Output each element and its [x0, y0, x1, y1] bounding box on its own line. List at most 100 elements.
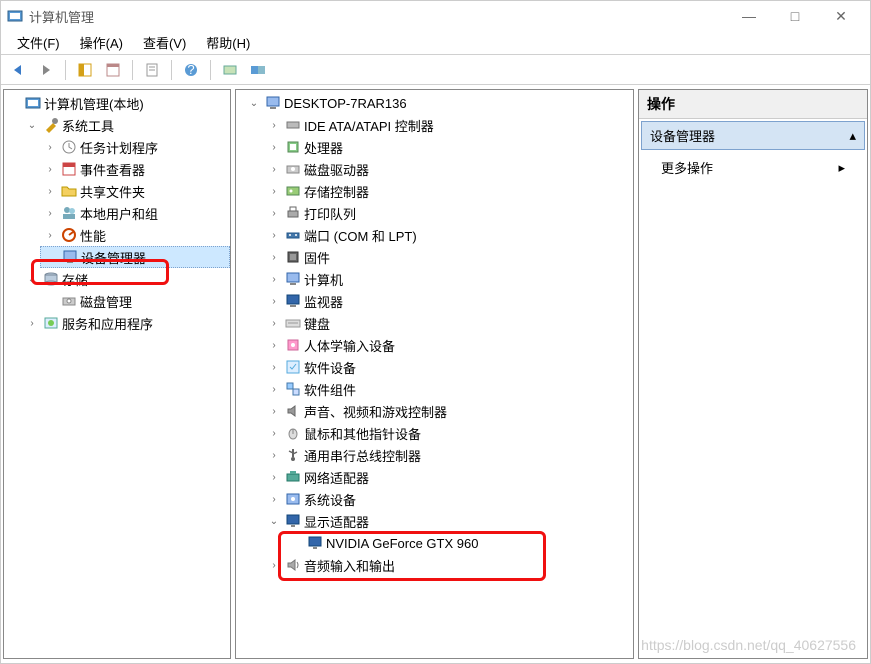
collapse-icon[interactable]: ▴: [849, 128, 856, 144]
chevron-right-icon[interactable]: ›: [266, 161, 282, 177]
chevron-right-icon[interactable]: ›: [266, 425, 282, 441]
scan-hardware-button[interactable]: [217, 58, 243, 82]
audio-io-icon: [285, 557, 301, 573]
toolbar: ?: [1, 55, 870, 85]
tree-event-viewer[interactable]: › 事件查看器: [40, 158, 230, 180]
chevron-down-icon[interactable]: ⌄: [24, 271, 40, 287]
storage-ctrl-icon: [285, 183, 301, 199]
device-node-audio-io[interactable]: ›音频输入和输出: [264, 554, 633, 576]
device-node-cpu[interactable]: ›处理器: [264, 136, 633, 158]
device-node-network[interactable]: ›网络适配器: [264, 466, 633, 488]
chevron-right-icon[interactable]: ›: [24, 315, 40, 331]
device-node-storage-ctrl[interactable]: › 存储控制器: [264, 180, 633, 202]
device-node-mouse[interactable]: ›鼠标和其他指针设备: [264, 422, 633, 444]
cpu-icon: [285, 139, 301, 155]
device-node-software-comp[interactable]: ›软件组件: [264, 378, 633, 400]
device-node-port[interactable]: ›端口 (COM 和 LPT): [264, 224, 633, 246]
tree-storage[interactable]: ⌄ 存储: [22, 268, 230, 290]
tree-label: 监视器: [304, 292, 343, 311]
tree-label: IDE ATA/ATAPI 控制器: [304, 116, 434, 135]
actions-header: 操作: [639, 90, 867, 119]
properties-button[interactable]: [139, 58, 165, 82]
device-node-system[interactable]: › 系统设备: [264, 488, 633, 510]
tree-task-scheduler[interactable]: › 任务计划程序: [40, 136, 230, 158]
device-node-software[interactable]: ›软件设备: [264, 356, 633, 378]
show-hide-button[interactable]: [72, 58, 98, 82]
chevron-down-icon[interactable]: ⌄: [24, 117, 40, 133]
back-button[interactable]: [5, 58, 31, 82]
device-node-monitor[interactable]: › 监视器: [264, 290, 633, 312]
chevron-right-icon[interactable]: ›: [266, 403, 282, 419]
chevron-right-icon[interactable]: ›: [266, 337, 282, 353]
device-node-firmware[interactable]: ›固件: [264, 246, 633, 268]
chevron-down-icon[interactable]: ⌄: [246, 95, 262, 111]
tree-system-tools[interactable]: ⌄ 系统工具: [22, 114, 230, 136]
refresh-button[interactable]: [100, 58, 126, 82]
tree-shared-folders[interactable]: › 共享文件夹: [40, 180, 230, 202]
computer-mgmt-icon: [25, 95, 41, 111]
menu-action[interactable]: 操作(A): [70, 31, 133, 54]
tree-label: 系统设备: [304, 490, 356, 509]
menu-file[interactable]: 文件(F): [7, 31, 70, 54]
window-titlebar: 计算机管理 — □ ✕: [1, 1, 870, 31]
tree-label: 磁盘驱动器: [304, 160, 369, 179]
tree-disk-management[interactable]: 磁盘管理: [40, 290, 230, 312]
chevron-right-icon[interactable]: ›: [266, 117, 282, 133]
tree-label: 任务计划程序: [80, 138, 158, 157]
chevron-right-icon[interactable]: ›: [266, 557, 282, 573]
chevron-right-icon[interactable]: ›: [266, 271, 282, 287]
chevron-right-icon[interactable]: ›: [266, 227, 282, 243]
chevron-down-icon[interactable]: ⌄: [266, 513, 282, 529]
chevron-right-icon[interactable]: ›: [266, 205, 282, 221]
chevron-down-icon[interactable]: [6, 95, 22, 111]
tree-services-apps[interactable]: › 服务和应用程序: [22, 312, 230, 334]
device-node-hid[interactable]: ›人体学输入设备: [264, 334, 633, 356]
tree-performance[interactable]: › 性能: [40, 224, 230, 246]
device-leaf[interactable]: NVIDIA GeForce GTX 960: [286, 532, 633, 554]
device-node-audio[interactable]: ›声音、视频和游戏控制器: [264, 400, 633, 422]
chevron-right-icon[interactable]: ›: [266, 293, 282, 309]
minimize-button[interactable]: —: [726, 1, 772, 31]
chevron-right-icon[interactable]: ›: [266, 315, 282, 331]
tree-root-computer-mgmt[interactable]: 计算机管理(本地): [4, 92, 230, 114]
action-more-operations[interactable]: 更多操作 ▸: [639, 152, 867, 183]
menu-help[interactable]: 帮助(H): [196, 31, 260, 54]
chevron-right-icon[interactable]: ›: [42, 183, 58, 199]
chevron-right-icon[interactable]: ›: [266, 447, 282, 463]
tree-label: 系统工具: [62, 116, 114, 135]
chevron-right-icon[interactable]: ›: [42, 227, 58, 243]
port-icon: [285, 227, 301, 243]
chevron-right-icon[interactable]: ›: [266, 249, 282, 265]
management-tree: 计算机管理(本地) ⌄ 系统工具 ›: [4, 90, 230, 336]
tree-label: 存储控制器: [304, 182, 369, 201]
close-button[interactable]: ✕: [818, 1, 864, 31]
devices-button[interactable]: [245, 58, 271, 82]
display-icon: [285, 513, 301, 529]
device-node-printer[interactable]: ›打印队列: [264, 202, 633, 224]
forward-button[interactable]: [33, 58, 59, 82]
computer-icon: [285, 271, 301, 287]
chevron-right-icon[interactable]: ›: [266, 183, 282, 199]
device-node-disk[interactable]: › 磁盘驱动器: [264, 158, 633, 180]
chevron-right-icon[interactable]: ›: [42, 139, 58, 155]
tree-local-users[interactable]: › 本地用户和组: [40, 202, 230, 224]
tree-root-desktop[interactable]: ⌄ DESKTOP-7RAR136: [236, 92, 633, 114]
tree-label: 共享文件夹: [80, 182, 145, 201]
chevron-right-icon[interactable]: ›: [266, 359, 282, 375]
device-node-computer[interactable]: ›计算机: [264, 268, 633, 290]
maximize-button[interactable]: □: [772, 1, 818, 31]
chevron-right-icon[interactable]: ›: [42, 161, 58, 177]
tree-device-manager[interactable]: 设备管理器: [40, 246, 230, 268]
menu-view[interactable]: 查看(V): [133, 31, 196, 54]
chevron-right-icon[interactable]: ›: [266, 139, 282, 155]
chevron-right-icon[interactable]: ›: [42, 205, 58, 221]
chevron-right-icon[interactable]: ›: [266, 469, 282, 485]
device-node-display[interactable]: ⌄显示适配器: [264, 510, 633, 532]
device-node-keyboard[interactable]: ›键盘: [264, 312, 633, 334]
device-node-usb[interactable]: ›通用串行总线控制器: [264, 444, 633, 466]
chevron-right-icon[interactable]: ›: [266, 381, 282, 397]
chevron-right-icon[interactable]: ›: [266, 491, 282, 507]
help-button[interactable]: ?: [178, 58, 204, 82]
actions-section-device-manager[interactable]: 设备管理器 ▴: [641, 121, 865, 150]
device-node-ide[interactable]: › IDE ATA/ATAPI 控制器: [264, 114, 633, 136]
